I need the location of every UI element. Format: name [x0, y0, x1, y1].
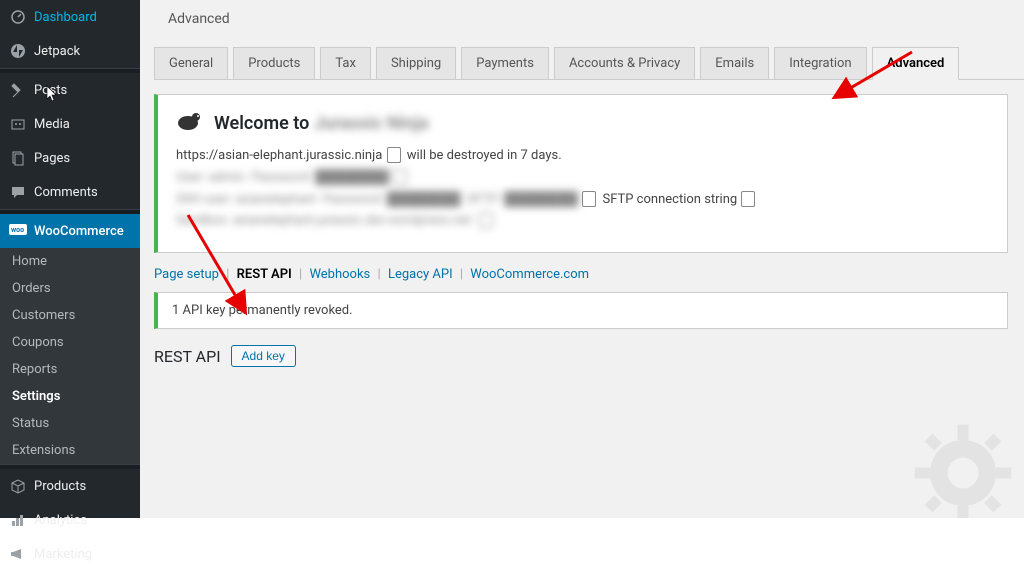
pin-icon [8, 80, 28, 100]
sublink-rest-api[interactable]: REST API [237, 267, 292, 282]
sub-coupons[interactable]: Coupons [0, 329, 140, 356]
sublink-legacy-api[interactable]: Legacy API [388, 267, 453, 282]
sub-orders[interactable]: Orders [0, 275, 140, 302]
settings-tabs: General Products Tax Shipping Payments A… [154, 47, 1024, 80]
menu-label: Products [34, 479, 86, 494]
site-url-line: https://asian-elephant.jurassic.ninja wi… [176, 148, 989, 163]
copy-icon[interactable] [743, 193, 755, 207]
copy-icon[interactable] [584, 193, 596, 207]
add-key-button[interactable]: Add key [231, 345, 296, 367]
menu-products[interactable]: Products [0, 469, 140, 503]
menu-label: Marketing [34, 547, 92, 562]
tab-general[interactable]: General [154, 47, 228, 80]
sublink-page-setup[interactable]: Page setup [154, 267, 219, 282]
menu-label: Pages [34, 151, 70, 166]
menu-woocommerce[interactable]: woo WooCommerce [0, 214, 140, 248]
sublink-webhooks[interactable]: Webhooks [309, 267, 370, 282]
products-icon [8, 476, 28, 496]
menu-label: Posts [34, 83, 67, 98]
gear-watermark-icon [908, 418, 1018, 518]
main-content: Advanced General Products Tax Shipping P… [140, 0, 1024, 518]
sub-settings[interactable]: Settings [0, 383, 140, 410]
dashboard-icon [8, 7, 28, 27]
rest-api-heading-row: REST API Add key [154, 345, 1024, 367]
comment-icon [8, 182, 28, 202]
woocommerce-submenu: Home Orders Customers Coupons Reports Se… [0, 248, 140, 464]
woo-icon: woo [8, 221, 28, 241]
sub-status[interactable]: Status [0, 410, 140, 437]
blurred-credentials: Sandbox: asianelephant.jurassic.dev.word… [176, 213, 989, 228]
menu-marketing[interactable]: Marketing [0, 537, 140, 571]
menu-media[interactable]: Media [0, 107, 140, 141]
tab-emails[interactable]: Emails [700, 47, 769, 80]
sub-customers[interactable]: Customers [0, 302, 140, 329]
welcome-heading: Welcome to Jurassic Ninja [214, 113, 428, 134]
admin-sidebar: Dashboard Jetpack Posts Media Pages Comm… [0, 0, 140, 518]
menu-analytics[interactable]: Analytics [0, 503, 140, 537]
page-title: Advanced [140, 0, 1024, 27]
media-icon [8, 114, 28, 134]
tab-products[interactable]: Products [233, 47, 315, 80]
page-icon [8, 148, 28, 168]
menu-label: Analytics [34, 513, 87, 528]
tab-shipping[interactable]: Shipping [376, 47, 456, 80]
menu-pages[interactable]: Pages [0, 141, 140, 175]
menu-dashboard[interactable]: Dashboard [0, 0, 140, 34]
marketing-icon [8, 544, 28, 564]
menu-label: Media [34, 117, 70, 132]
advanced-subnav: Page setup | REST API | Webhooks | Legac… [154, 267, 1024, 282]
menu-label: Jetpack [34, 44, 80, 59]
analytics-icon [8, 510, 28, 530]
menu-label: Comments [34, 185, 98, 200]
menu-posts[interactable]: Posts [0, 73, 140, 107]
sub-reports[interactable]: Reports [0, 356, 140, 383]
menu-jetpack[interactable]: Jetpack [0, 34, 140, 68]
welcome-notice: Welcome to Jurassic Ninja https://asian-… [154, 94, 1008, 253]
tab-integration[interactable]: Integration [774, 47, 866, 80]
tab-payments[interactable]: Payments [461, 47, 549, 80]
menu-comments[interactable]: Comments [0, 175, 140, 209]
tab-accounts[interactable]: Accounts & Privacy [554, 47, 695, 80]
sftp-line: SSH user: asianelephant Password: ██████… [176, 191, 989, 207]
sub-extensions[interactable]: Extensions [0, 437, 140, 464]
blurred-credentials: User: admin Password: ████████ [176, 169, 989, 185]
jetpack-icon [8, 41, 28, 61]
rest-api-heading: REST API [154, 347, 221, 366]
svg-text:woo: woo [11, 226, 24, 234]
tab-tax[interactable]: Tax [320, 47, 371, 80]
menu-label: WooCommerce [34, 224, 124, 239]
menu-label: Dashboard [34, 10, 97, 25]
sub-home[interactable]: Home [0, 248, 140, 275]
success-notice: 1 API key permanently revoked. [154, 292, 1008, 329]
dino-icon [176, 109, 204, 138]
sublink-woocom[interactable]: WooCommerce.com [470, 267, 589, 282]
blurred-text: Jurassic Ninja [314, 113, 429, 134]
copy-icon[interactable] [389, 149, 401, 163]
tab-advanced[interactable]: Advanced [872, 47, 960, 80]
